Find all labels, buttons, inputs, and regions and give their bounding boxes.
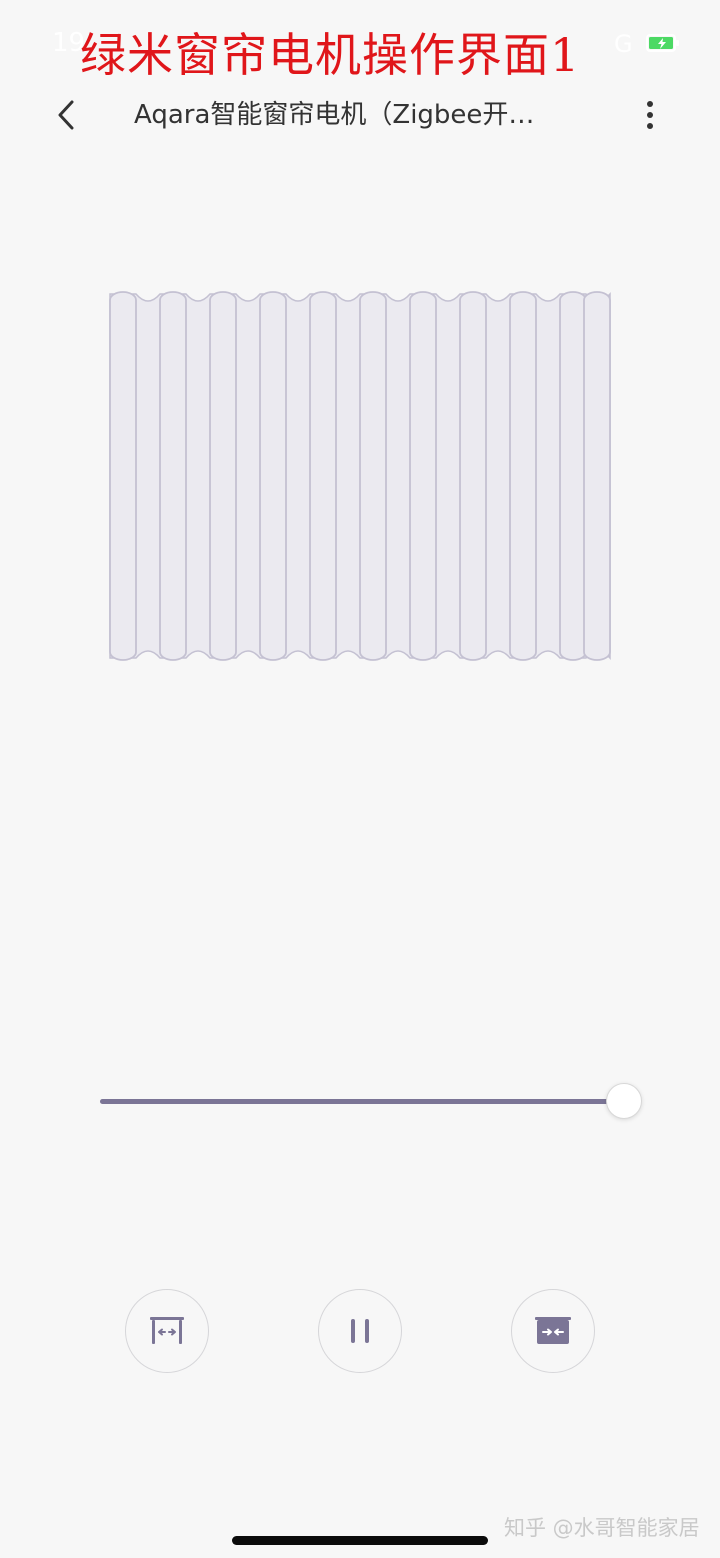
curtain-close-icon [535,1317,571,1344]
curtain-fold [159,291,187,661]
back-button[interactable] [40,88,94,142]
pause-button[interactable] [318,1289,402,1373]
curtain-icon [109,291,611,661]
battery-charging-icon [646,34,679,52]
curtain-fold [309,291,337,661]
close-button[interactable] [511,1289,595,1373]
home-indicator[interactable] [232,1536,488,1545]
curtain-fold [409,291,437,661]
watermark: 知乎 @水哥智能家居 [504,1516,700,1540]
slider-thumb[interactable] [606,1083,642,1119]
page-title: Aqara智能窗帘电机（Zigbee开… [134,100,535,130]
curtain-position-slider[interactable] [100,1080,642,1124]
more-vertical-icon [647,101,653,129]
curtain-fold [259,291,287,661]
curtain-fold [559,291,587,661]
nav-bar: Aqara智能窗帘电机（Zigbee开… [0,82,720,148]
slider-fill [100,1099,624,1104]
curtain-fold [583,291,611,661]
curtain-open-icon [150,1317,184,1344]
curtain-fold [509,291,537,661]
curtain-fold [109,291,137,661]
curtain-fold [209,291,237,661]
open-button[interactable] [125,1289,209,1373]
curtain-fold [359,291,387,661]
chevron-left-icon [58,100,74,130]
curtain-fold [459,291,487,661]
pause-icon [351,1319,369,1343]
more-options-button[interactable] [626,88,674,142]
